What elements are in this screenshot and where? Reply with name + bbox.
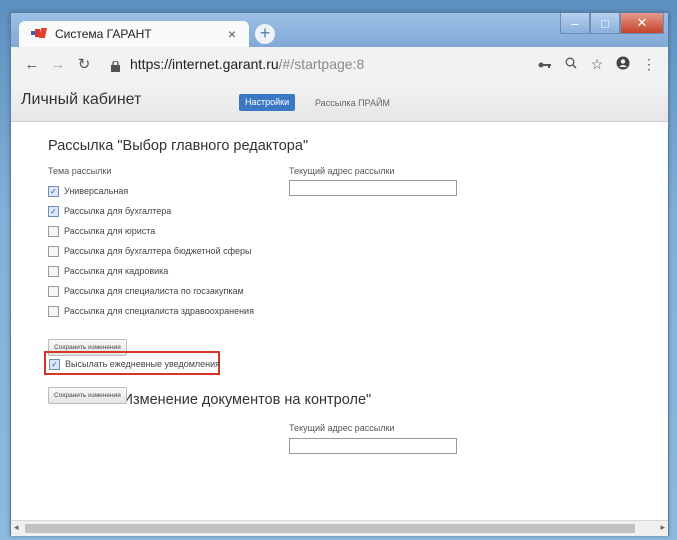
- address-label-2: Текущий адрес рассылки: [289, 423, 395, 433]
- close-window-button[interactable]: ✕: [620, 13, 664, 34]
- option-label: Рассылка для бухгалтера бюджетной сферы: [64, 246, 252, 256]
- tab-prime-mailing[interactable]: Рассылка ПРАЙМ: [315, 95, 390, 112]
- minimize-button[interactable]: –: [560, 13, 590, 34]
- browser-tab[interactable]: Система ГАРАНТ ×: [19, 21, 249, 47]
- section1-title: Рассылка "Выбор главного редактора": [48, 138, 309, 154]
- page-title: Личный кабинет: [21, 91, 142, 108]
- menu-icon[interactable]: ⋮: [636, 56, 662, 73]
- list-item: Рассылка для юриста: [48, 225, 155, 237]
- option-label: Рассылка для специалиста здравоохранения: [64, 306, 254, 316]
- daily-notifications-checkbox[interactable]: ✓: [49, 358, 60, 370]
- checkbox[interactable]: [48, 225, 59, 237]
- save-button-2[interactable]: Сохранить изменения: [48, 387, 127, 404]
- checkbox[interactable]: ✓: [48, 185, 59, 197]
- checkbox[interactable]: [48, 245, 59, 257]
- tab-title: Система ГАРАНТ: [55, 27, 152, 41]
- list-item: Рассылка для бухгалтера бюджетной сферы: [48, 245, 251, 257]
- email-field-2[interactable]: [289, 438, 457, 454]
- reload-icon[interactable]: ↻: [71, 55, 97, 73]
- scroll-right-icon[interactable]: ▸: [660, 522, 665, 533]
- list-item: ✓ Универсальная: [48, 185, 128, 197]
- maximize-button[interactable]: □: [590, 13, 620, 34]
- list-item: Рассылка для кадровика: [48, 265, 168, 277]
- forward-icon[interactable]: →: [45, 56, 71, 73]
- checkbox[interactable]: ✓: [48, 205, 59, 217]
- email-field[interactable]: [289, 180, 457, 196]
- address-toolbar: ← → ↻ https://internet.garant.ru/#/start…: [11, 47, 668, 82]
- key-icon[interactable]: [532, 56, 558, 72]
- bookmark-star-icon[interactable]: ☆: [584, 56, 610, 73]
- profile-icon[interactable]: [610, 56, 636, 73]
- lock-icon: [111, 59, 120, 72]
- url-path: /#/startpage:8: [278, 56, 365, 72]
- option-label: Универсальная: [64, 186, 129, 196]
- garant-logo-icon: [31, 28, 48, 40]
- option-label: Рассылка для специалиста по госзакупкам: [64, 286, 244, 296]
- url-host: https://internet.garant.ru: [130, 56, 279, 72]
- horizontal-scrollbar[interactable]: ◂ ▸: [11, 520, 668, 536]
- zoom-icon[interactable]: [558, 56, 584, 72]
- daily-notifications-label: Высылать ежедневные уведомления: [65, 359, 221, 369]
- option-label: Рассылка для юриста: [64, 226, 156, 236]
- checkbox[interactable]: [48, 265, 59, 277]
- main-content: Рассылка "Выбор главного редактора" Тема…: [11, 122, 668, 520]
- browser-window: Система ГАРАНТ × + – □ ✕ ← → ↻ https://i…: [10, 12, 669, 536]
- close-tab-icon[interactable]: ×: [223, 26, 241, 42]
- option-label: Рассылка для бухгалтера: [64, 206, 172, 216]
- new-tab-button[interactable]: +: [255, 24, 275, 44]
- daily-notifications-row: ✓ Высылать ежедневные уведомления: [49, 358, 220, 370]
- tab-settings[interactable]: Настройки: [239, 94, 296, 111]
- back-icon[interactable]: ←: [19, 56, 45, 73]
- list-item: Рассылка для специалиста по госзакупкам: [48, 285, 244, 297]
- option-label: Рассылка для кадровика: [64, 266, 169, 276]
- address-label: Текущий адрес рассылки: [289, 166, 395, 176]
- scroll-left-icon[interactable]: ◂: [14, 522, 19, 533]
- checkbox[interactable]: [48, 285, 59, 297]
- url-field[interactable]: https://internet.garant.ru/#/startpage:8: [130, 56, 532, 72]
- tab-strip: Система ГАРАНТ × + – □ ✕: [11, 13, 668, 47]
- window-controls: – □ ✕: [560, 13, 664, 34]
- topic-label: Тема рассылки: [48, 166, 112, 176]
- scrollbar-thumb[interactable]: [25, 524, 635, 533]
- list-item: Рассылка для специалиста здравоохранения: [48, 305, 254, 317]
- list-item: ✓ Рассылка для бухгалтера: [48, 205, 171, 217]
- app-header: Личный кабинет Настройки Рассылка ПРАЙМ: [11, 81, 668, 122]
- checkbox[interactable]: [48, 305, 59, 317]
